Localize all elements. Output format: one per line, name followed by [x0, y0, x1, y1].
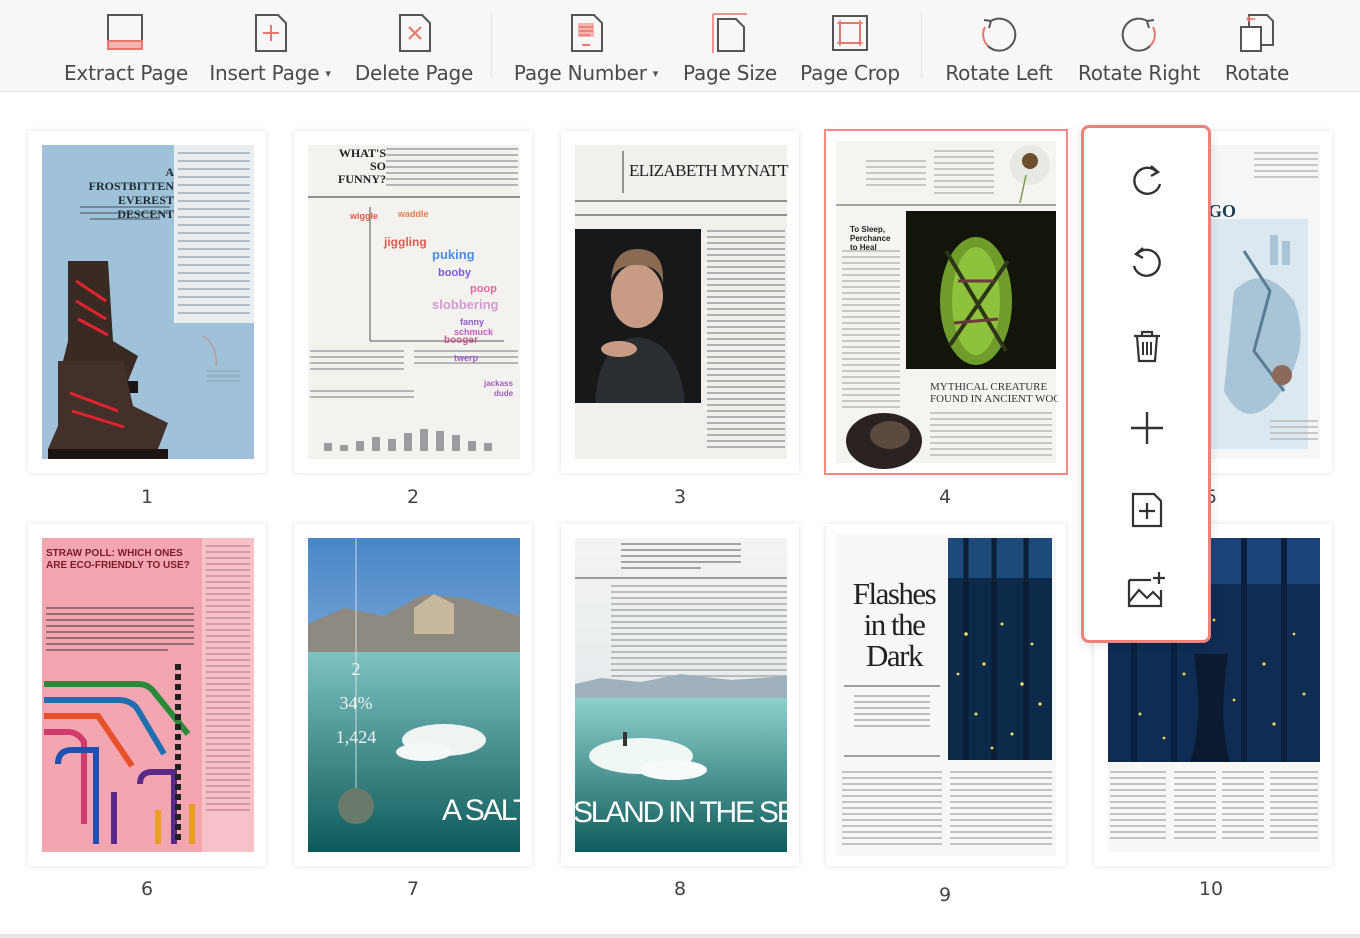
page-thumbnail-9[interactable]: Flashes in the Dark	[826, 524, 1066, 866]
word-cloud-word: dude	[494, 389, 514, 398]
page-number-label: 4	[938, 486, 952, 508]
page-3-headline: ELIZABETH MYNATT	[629, 161, 789, 180]
delete-page-button[interactable]: Delete Page	[354, 0, 474, 92]
insert-page-menu-item[interactable]	[1119, 482, 1175, 538]
bottom-border	[0, 934, 1360, 938]
page-thumbnail-6[interactable]: STRAW POLL: WHICH ONES ARE ECO-FRIENDLY …	[28, 524, 266, 866]
page-6-headline-line-2: ARE ECO-FRIENDLY TO USE?	[46, 560, 190, 571]
page-6-headline-line-1: STRAW POLL: WHICH ONES	[46, 548, 183, 559]
page-number-label: 10	[1198, 878, 1224, 900]
rotate-right-icon	[1114, 8, 1164, 58]
insert-blank-menu-item[interactable]	[1119, 400, 1175, 456]
delete-page-icon	[389, 8, 439, 58]
page-number-label: 3	[673, 486, 687, 508]
page-4-headline-line-2: FOUND IN ANCIENT WOOD	[930, 393, 1058, 405]
insert-page-label: Insert Page	[209, 61, 320, 85]
page-4-headline-line-1: MYTHICAL CREATURE	[930, 381, 1048, 393]
page-7-headline: A SALTY	[442, 794, 532, 827]
page-context-menu	[1081, 125, 1211, 643]
page-7-stat: 2	[351, 659, 361, 679]
word-cloud-word: wiggle	[350, 211, 379, 221]
page-crop-button[interactable]: Page Crop	[798, 0, 902, 92]
page-thumbnail-2[interactable]: WHAT'S SO FUNNY? wiggle waddle jiggling …	[294, 131, 532, 473]
word-cloud-word: poop	[470, 283, 497, 295]
rotate-counterclockwise-icon	[1132, 247, 1161, 277]
toolbar-divider	[491, 12, 492, 78]
page-number-label: 7	[406, 878, 420, 900]
page-4-side-title: to Heal	[850, 243, 877, 252]
word-cloud-word: puking	[432, 247, 475, 262]
page-4-side-title: To Sleep,	[850, 225, 885, 234]
page-8-headline: SLAND IN THE SEA	[573, 796, 787, 829]
rotate-right-label: Rotate Right	[1077, 61, 1201, 85]
add-image-icon	[1127, 572, 1165, 608]
rotate-button[interactable]: Rotate	[1220, 0, 1294, 92]
page-toolbar: Extract Page Insert Page ▾ Delete Page Pa…	[0, 0, 1360, 92]
page-thumbnail-3[interactable]: ELIZABETH MYNATT	[561, 131, 799, 473]
page-number-icon	[561, 8, 611, 58]
word-cloud-word: twerp	[454, 353, 479, 363]
word-cloud-word: jiggling	[384, 235, 427, 249]
page-crop-label: Page Crop	[800, 61, 900, 85]
rotate-right-menu-item[interactable]	[1119, 152, 1175, 208]
word-cloud-word: waddle	[398, 209, 429, 219]
word-cloud-word: jackass	[484, 379, 513, 388]
page-9-headline-line-1: Flashes	[852, 576, 937, 611]
page-size-icon	[705, 8, 755, 58]
rotate-left-label: Rotate Left	[945, 61, 1053, 85]
page-thumbnail-4[interactable]: To Sleep, Perchance to Heal MYTHICAL CRE…	[824, 129, 1068, 475]
rotate-clockwise-icon	[1133, 165, 1162, 195]
trash-icon	[1134, 330, 1160, 363]
word-cloud-word: slobbering	[432, 297, 499, 312]
page-crop-icon	[825, 8, 875, 58]
page-number-label: 2	[406, 486, 420, 508]
page-9-headline-line-3: Dark	[866, 638, 923, 673]
page-size-button[interactable]: Page Size	[680, 0, 780, 92]
rotate-left-icon	[974, 8, 1024, 58]
extract-page-label: Extract Page	[64, 61, 189, 85]
rotate-right-button[interactable]: Rotate Right	[1076, 0, 1202, 92]
insert-page-icon	[245, 8, 295, 58]
page-number-label: Page Number	[513, 61, 647, 85]
page-number-button[interactable]: Page Number ▾	[510, 0, 662, 92]
rotate-left-menu-item[interactable]	[1119, 234, 1175, 290]
word-cloud-word: booger	[444, 335, 478, 346]
insert-page-button[interactable]: Insert Page ▾	[206, 0, 334, 92]
page-1-headline-line-1: A FROSTBITTEN	[88, 165, 174, 193]
page-thumbnail-1[interactable]: A FROSTBITTEN EVEREST DESCENT	[28, 131, 266, 473]
add-page-icon	[1131, 492, 1163, 528]
delete-page-label: Delete Page	[354, 61, 474, 85]
page-number-label: 1	[140, 486, 154, 508]
rotate-left-button[interactable]: Rotate Left	[944, 0, 1054, 92]
page-5-headline: GO	[1208, 201, 1237, 221]
page-thumbnail-7[interactable]: 2 34% 1,424 A SALTY	[294, 524, 532, 866]
extract-page-button[interactable]: Extract Page	[64, 0, 189, 92]
page-number-label: 8	[673, 878, 687, 900]
page-1-headline-line-2: EVEREST DESCENT	[117, 193, 174, 221]
extract-page-icon	[101, 8, 151, 58]
page-4-side-title: Perchance	[850, 234, 891, 243]
page-7-stat: 1,424	[335, 727, 377, 747]
page-number-label: 9	[938, 884, 952, 906]
rotate-icon	[1232, 8, 1282, 58]
page-7-stat: 34%	[339, 693, 373, 713]
chevron-down-icon: ▾	[652, 67, 659, 80]
plus-icon	[1131, 412, 1163, 444]
word-cloud-word: booby	[438, 267, 471, 279]
chevron-down-icon: ▾	[325, 67, 331, 80]
word-cloud-word: fanny	[460, 317, 485, 327]
page-number-label: 6	[140, 878, 154, 900]
delete-menu-item[interactable]	[1119, 318, 1175, 374]
insert-image-menu-item[interactable]	[1119, 562, 1175, 618]
page-thumbnail-8[interactable]: SLAND IN THE SEA	[561, 524, 799, 866]
toolbar-divider	[921, 12, 922, 78]
page-size-label: Page Size	[682, 61, 778, 85]
page-9-headline-line-2: in the	[863, 607, 926, 642]
rotate-label: Rotate	[1224, 61, 1290, 85]
